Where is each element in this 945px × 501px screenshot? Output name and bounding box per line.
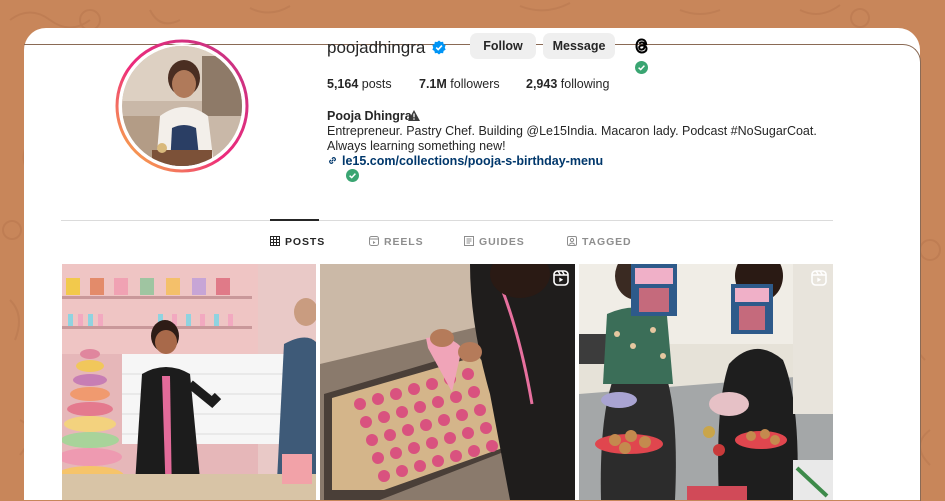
profile-link-text: le15.com/collections/pooja-s-birthday-me… (342, 154, 604, 168)
reel-indicator-icon (553, 270, 569, 286)
profile-link[interactable]: le15.com/collections/pooja-s-birthday-me… (327, 154, 603, 168)
verified-badge-icon (432, 40, 446, 55)
tab-label: POSTS (285, 236, 326, 248)
check-icon (346, 169, 359, 182)
check-icon (635, 61, 648, 74)
link-icon (329, 157, 336, 164)
tab-label: GUIDES (479, 236, 525, 248)
post-tile-2[interactable] (320, 264, 575, 500)
active-tab-indicator (270, 219, 319, 221)
tab-tagged[interactable]: TAGGED (567, 236, 632, 248)
profile-bio: Entrepreneur. Pastry Chef. Building @Le1… (327, 124, 817, 153)
message-button[interactable]: Message (543, 33, 615, 59)
grid-icon (270, 236, 280, 246)
warning-triangle-icon (408, 110, 420, 121)
posts-count-stat: 5,164 posts (327, 77, 392, 91)
tab-label: REELS (384, 236, 424, 248)
reel-indicator-icon (811, 270, 827, 286)
profile-avatar[interactable] (114, 38, 250, 174)
following-label: following (560, 77, 610, 91)
followers-label: followers (450, 77, 500, 91)
tabs-divider (61, 220, 833, 221)
post-tile-1[interactable] (62, 264, 316, 500)
followers-stat[interactable]: 7.1M followers (419, 77, 500, 91)
tab-reels[interactable]: REELS (369, 236, 424, 248)
post-tile-3[interactable] (579, 264, 833, 500)
follow-button[interactable]: Follow (470, 33, 536, 59)
profile-full-name: Pooja Dhingra (327, 109, 412, 123)
followers-count: 7.1M (419, 77, 447, 91)
tab-guides[interactable]: GUIDES (464, 236, 525, 248)
posts-count: 5,164 (327, 77, 359, 91)
profile-username: poojadhingra (327, 38, 426, 57)
guides-icon (464, 236, 474, 246)
following-stat[interactable]: 2,943 following (526, 77, 609, 91)
following-count: 2,943 (526, 77, 558, 91)
reels-icon (369, 236, 379, 246)
avatar-photo (122, 46, 242, 166)
threads-icon[interactable] (632, 36, 652, 56)
posts-label: posts (361, 77, 392, 91)
post-image (579, 264, 833, 500)
tab-posts[interactable]: POSTS (270, 236, 325, 248)
post-image (62, 264, 316, 500)
tagged-icon (567, 236, 577, 246)
tab-label: TAGGED (582, 236, 632, 248)
post-image (320, 264, 575, 500)
